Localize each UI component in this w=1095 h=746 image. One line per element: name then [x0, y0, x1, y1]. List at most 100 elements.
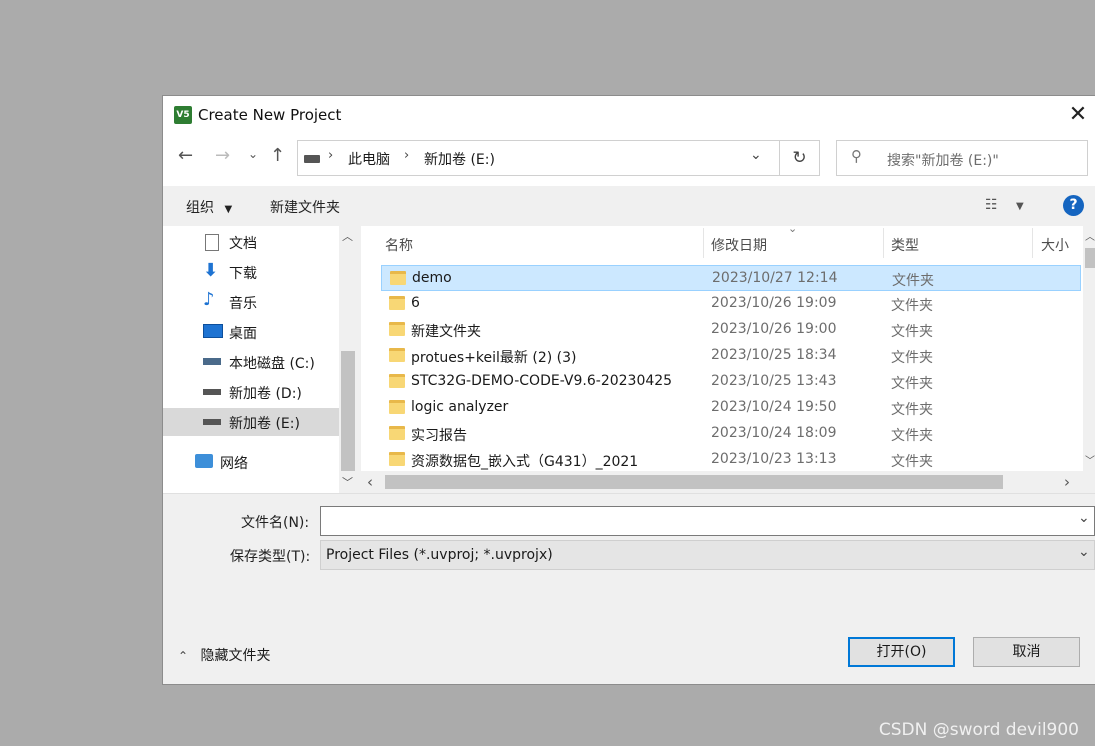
command-toolbar: 组织 ▼ 新建文件夹 ☷ ▼ ? [163, 186, 1095, 226]
scroll-down-icon[interactable]: ﹀ [342, 474, 353, 490]
hide-folders-toggle[interactable]: ⌃ 隐藏文件夹 [178, 645, 271, 665]
nav-item-drive-d[interactable]: 新加卷 (D:) [163, 378, 339, 406]
navigation-pane: 文档 ⬇ 下载 ♪ 音乐 桌面 本地磁盘 (C:) 新加卷 (D:) 新加卷 (… [163, 226, 339, 493]
file-row[interactable]: demo 2023/10/27 12:14 文件夹 [381, 265, 1081, 291]
file-name: STC32G-DEMO-CODE-V9.6-20230425 [411, 373, 673, 389]
nav-item-label: 桌面 [229, 326, 257, 342]
file-row[interactable]: 实习报告 2023/10/24 18:09 文件夹 [381, 421, 1081, 447]
close-button[interactable]: ✕ [1063, 102, 1093, 130]
details-view-icon: ☷ [985, 197, 998, 213]
column-header-name[interactable]: 名称 [385, 235, 413, 255]
nav-item-downloads[interactable]: ⬇ 下载 [163, 258, 339, 286]
file-modified: 2023/10/27 12:14 [712, 270, 838, 286]
nav-pane-scrollbar[interactable]: ︿ ﹀ [339, 226, 357, 493]
file-list-scrollbar[interactable]: ︿ ﹀ [1083, 226, 1095, 471]
scroll-up-icon[interactable]: ︿ [1085, 228, 1095, 243]
chevron-down-icon[interactable]: ⌄ [1078, 510, 1090, 526]
scroll-right-icon[interactable]: › [1064, 473, 1070, 491]
file-row[interactable]: logic analyzer 2023/10/24 19:50 文件夹 [381, 395, 1081, 421]
address-dropdown-icon[interactable]: ⌄ [750, 147, 762, 163]
nav-item-drive-e[interactable]: 新加卷 (E:) [163, 408, 339, 436]
scroll-up-icon[interactable]: ︿ [342, 228, 353, 244]
file-type: 文件夹 [891, 428, 933, 444]
folder-icon [389, 322, 405, 336]
drive-icon [304, 155, 320, 163]
nav-item-music[interactable]: ♪ 音乐 [163, 288, 339, 316]
music-icon: ♪ [203, 289, 215, 310]
folder-icon [389, 400, 405, 414]
sort-indicator-icon: ⌄ [788, 226, 798, 235]
nav-item-desktop[interactable]: 桌面 [163, 318, 339, 346]
nav-item-drive-c[interactable]: 本地磁盘 (C:) [163, 348, 339, 376]
scroll-left-icon[interactable]: ‹ [367, 473, 373, 491]
keil-app-icon: V5 [174, 106, 192, 124]
save-form: 文件名(N): ⌄ 保存类型(T): Project Files (*.uvpr… [163, 493, 1095, 684]
filetype-value: Project Files (*.uvproj; *.uvprojx) [326, 547, 553, 563]
nav-scroll-thumb[interactable] [341, 351, 355, 471]
drive-icon [203, 419, 221, 425]
folder-icon [390, 271, 406, 285]
navigation-bar: ← → ⌄ ↑ › 此电脑 › 新加卷 (E:) ⌄ ↻ ⚲ 搜索"新加卷 (E… [163, 136, 1095, 186]
address-bar[interactable]: › 此电脑 › 新加卷 (E:) ⌄ [297, 140, 780, 176]
nav-item-label: 音乐 [229, 296, 257, 312]
file-row[interactable]: protues+keil最新 (2) (3) 2023/10/25 18:34 … [381, 343, 1081, 369]
cancel-button[interactable]: 取消 [973, 637, 1080, 667]
dropdown-triangle-icon: ▼ [1016, 201, 1024, 212]
dropdown-triangle-icon: ▼ [224, 204, 233, 215]
column-divider [883, 228, 884, 258]
file-name: logic analyzer [411, 399, 509, 415]
filetype-select[interactable]: Project Files (*.uvproj; *.uvprojx) ⌄ [320, 540, 1095, 570]
nav-item-label: 新加卷 (E:) [229, 416, 300, 432]
forward-arrow-icon[interactable]: → [215, 145, 230, 166]
file-scroll-thumb[interactable] [1085, 248, 1095, 268]
search-box[interactable]: ⚲ 搜索"新加卷 (E:)" [836, 140, 1088, 176]
help-icon[interactable]: ? [1063, 195, 1084, 216]
drive-icon [203, 389, 221, 395]
nav-item-documents[interactable]: 文档 [163, 228, 339, 256]
back-arrow-icon[interactable]: ← [178, 145, 193, 166]
column-header-type[interactable]: 类型 [891, 235, 919, 255]
file-row[interactable]: 新建文件夹 2023/10/26 19:00 文件夹 [381, 317, 1081, 343]
create-project-dialog: V5 Create New Project ✕ ← → ⌄ ↑ › 此电脑 › … [162, 95, 1095, 685]
search-icon: ⚲ [851, 147, 862, 165]
file-modified: 2023/10/25 13:43 [711, 373, 837, 389]
breadcrumb-separator-icon: › [328, 148, 334, 163]
file-modified: 2023/10/25 18:34 [711, 347, 837, 363]
file-type: 文件夹 [891, 298, 933, 314]
file-type: 文件夹 [891, 376, 933, 392]
title-bar: V5 Create New Project ✕ [163, 96, 1095, 136]
file-list-hscrollbar[interactable]: ‹ › [361, 471, 1095, 493]
horizontal-scroll-thumb[interactable] [385, 475, 1003, 489]
chevron-up-icon: ⌃ [178, 649, 189, 663]
view-options-button[interactable]: ☷ ▼ [985, 197, 1024, 213]
column-header-modified[interactable]: 修改日期 [711, 235, 767, 255]
breadcrumb-drive-e[interactable]: 新加卷 (E:) [424, 149, 495, 169]
file-name: demo [412, 270, 452, 286]
up-arrow-icon[interactable]: ↑ [270, 145, 285, 166]
organize-menu[interactable]: 组织 ▼ [186, 197, 232, 217]
folder-icon [389, 374, 405, 388]
file-row[interactable]: 资源数据包_嵌入式（G431）_2021 2023/10/23 13:13 文件… [381, 447, 1081, 471]
document-icon [205, 234, 219, 251]
file-type: 文件夹 [891, 350, 933, 366]
refresh-icon: ↻ [792, 148, 807, 168]
scroll-down-icon[interactable]: ﹀ [1085, 452, 1095, 467]
open-button[interactable]: 打开(O) [848, 637, 955, 667]
organize-label: 组织 [186, 200, 214, 216]
chevron-down-icon[interactable]: ⌄ [1078, 544, 1090, 560]
nav-item-label: 新加卷 (D:) [229, 386, 302, 402]
new-folder-button[interactable]: 新建文件夹 [270, 197, 340, 217]
file-modified: 2023/10/26 19:09 [711, 295, 837, 311]
breadcrumb-this-pc[interactable]: 此电脑 [348, 149, 390, 169]
filetype-label: 保存类型(T): [230, 549, 311, 565]
refresh-button[interactable]: ↻ [780, 140, 820, 176]
nav-item-network[interactable]: 网络 [163, 448, 339, 476]
filename-input[interactable]: ⌄ [320, 506, 1095, 536]
recent-chevron-icon[interactable]: ⌄ [248, 147, 258, 161]
column-header-size[interactable]: 大小 [1041, 235, 1069, 255]
download-icon: ⬇ [203, 260, 219, 281]
breadcrumb-separator-icon: › [404, 148, 410, 163]
file-name: 6 [411, 295, 420, 311]
file-row[interactable]: STC32G-DEMO-CODE-V9.6-20230425 2023/10/2… [381, 369, 1081, 395]
file-row[interactable]: 6 2023/10/26 19:09 文件夹 [381, 291, 1081, 317]
